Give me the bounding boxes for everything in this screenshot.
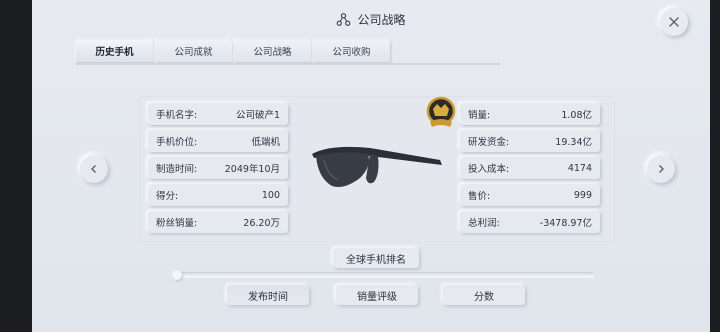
tab-acquisitions[interactable]: 公司收购: [313, 40, 390, 62]
phone-name-field: 手机名字: 公司破产1: [148, 103, 288, 125]
strategy-icon: [337, 13, 351, 26]
fan-sales-field: 粉丝销量: 26.20万: [148, 211, 288, 233]
total-profit-value: -3478.97亿: [539, 218, 592, 229]
list-scroll-thumb[interactable]: [172, 270, 182, 280]
list-scrollbar[interactable]: [174, 272, 594, 278]
prev-phone-button[interactable]: [80, 155, 108, 183]
sort-by-score-button[interactable]: 分数: [443, 285, 525, 305]
chevron-right-icon: [659, 165, 664, 173]
award-badge-icon: [426, 96, 456, 127]
selling-price-value: 999: [573, 189, 592, 201]
tab-bar: 历史手机 公司成就 公司战略 公司收购: [76, 40, 390, 62]
panel-header: 公司战略: [32, 11, 710, 28]
right-letterbox: [710, 0, 720, 332]
page-title: 公司战略: [357, 13, 406, 27]
tab-history-phones[interactable]: 历史手机: [76, 40, 153, 62]
phone-name-value: 公司破产1: [235, 110, 280, 121]
tab-underline: [76, 63, 500, 65]
manufacture-date-value: 2049年10月: [224, 164, 280, 175]
close-icon: [669, 17, 679, 27]
strategy-panel: 公司战略 历史手机 公司成就 公司战略 公司收购 手机名字: 公司破产1 手机价…: [32, 0, 710, 332]
phone-price-level-field: 手机价位: 低端机: [148, 130, 288, 152]
phone-price-level-value: 低端机: [251, 137, 280, 148]
chevron-left-icon: [91, 165, 96, 173]
score-value: 100: [261, 189, 280, 201]
score-field: 得分: 100: [148, 184, 288, 206]
sales-value: 1.08亿: [561, 110, 592, 121]
total-profit-field: 总利润: -3478.97亿: [460, 211, 600, 233]
tab-achievements[interactable]: 公司成就: [155, 40, 232, 62]
global-ranking-button[interactable]: 全球手机排名: [333, 248, 419, 268]
input-cost-value: 4174: [567, 162, 592, 174]
tab-strategy[interactable]: 公司战略: [234, 40, 311, 62]
sort-by-release-time-button[interactable]: 发布时间: [227, 285, 309, 305]
rd-funding-value: 19.34亿: [555, 137, 592, 148]
sort-by-sales-rating-button[interactable]: 销量评级: [336, 285, 418, 305]
input-cost-field: 投入成本: 4174: [460, 157, 600, 179]
rd-funding-field: 研发资金: 19.34亿: [460, 130, 600, 152]
close-button[interactable]: [660, 8, 688, 36]
left-letterbox: [0, 0, 32, 332]
sunglasses-icon: [312, 146, 442, 187]
next-phone-button[interactable]: [647, 155, 675, 183]
selling-price-field: 售价: 999: [460, 184, 600, 206]
manufacture-date-field: 制造时间: 2049年10月: [148, 157, 288, 179]
sales-field: 销量: 1.08亿: [460, 103, 600, 125]
fan-sales-value: 26.20万: [243, 218, 280, 229]
